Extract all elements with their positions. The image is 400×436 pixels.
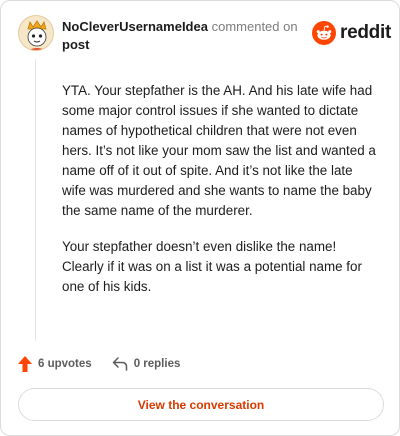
reply-count: 0 replies [133,358,181,370]
reddit-brand[interactable]: reddit [312,20,391,46]
post-link[interactable]: post [62,37,89,52]
upvote-arrow-icon [18,356,32,372]
avatar-illustration [19,16,53,50]
username[interactable]: NoCleverUsernameIdea [62,19,208,34]
reddit-wordmark: reddit [340,22,391,43]
reply-button[interactable]: 0 replies [112,357,181,371]
comment-paragraph: YTA. Your stepfather is the AH. And his … [62,83,376,218]
thread-line [35,59,36,341]
upvote-count: 6 upvotes [38,358,92,370]
view-conversation-button[interactable]: View the conversation [18,388,384,421]
comment-paragraph: Your stepfather doesn’t even dislike the… [62,239,362,294]
reply-arrow-icon [112,357,127,371]
commented-on-text: commented on [211,19,298,34]
comment-header: NoCleverUsernameIdea commented on post [62,18,302,54]
upvote-button[interactable]: 6 upvotes [18,356,92,372]
reddit-logo-icon [312,21,336,45]
user-avatar[interactable] [18,15,54,51]
comment-body: YTA. Your stepfather is the AH. And his … [62,81,378,313]
comment-actions: 6 upvotes 0 replies [18,354,180,374]
comment-card: NoCleverUsernameIdea commented on post r… [0,0,400,436]
